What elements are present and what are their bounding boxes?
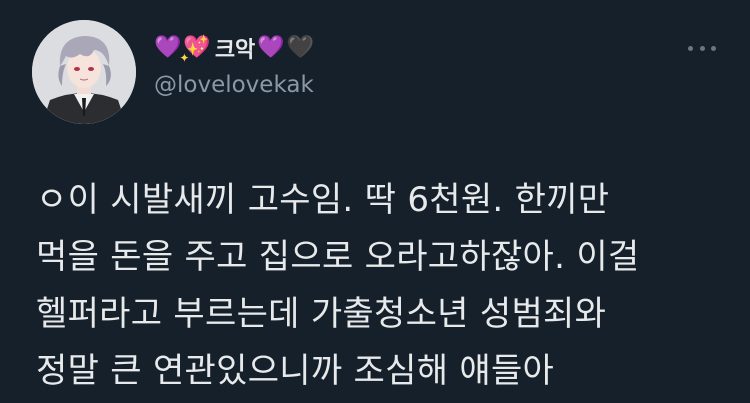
black-heart-icon: 🖤: [286, 35, 315, 60]
tweet-body: ㅇ이 시발새끼 고수임. 딱 6천원. 한끼만 먹을 돈을 주고 집으로 오라고…: [36, 172, 736, 400]
display-name-text: 크악: [214, 38, 256, 63]
tweet-body-line: 헬퍼라고 부르는데 가출청소년 성범죄와: [36, 294, 607, 334]
user-handle[interactable]: @lovelovekak: [154, 72, 314, 98]
tweet-body-line: ㅇ이 시발새끼 고수임. 딱 6천원. 한끼만: [36, 180, 610, 220]
tweet-body-line: 먹을 돈을 주고 집으로 오라고하잖아. 이걸: [36, 237, 640, 277]
avatar[interactable]: [32, 20, 136, 124]
display-name[interactable]: 💜 💖 ✦ 크악 💜 🖤: [154, 33, 316, 65]
avatar-illustration: [32, 20, 136, 124]
purple-heart-icon: 💜: [154, 35, 182, 60]
tweet-card: 💜 💖 ✦ 크악 💜 🖤 @lovelovekak ㅇ이 시발새끼 고수임. 딱 …: [0, 0, 750, 403]
more-dot: [699, 45, 705, 51]
purple-heart-icon: 💜: [257, 35, 285, 60]
more-horizontal-icon[interactable]: [688, 38, 716, 58]
tweet-body-line: 정말 큰 연관있으니까 조심해 얘들아: [36, 351, 555, 391]
sparkling-heart-icon: 💖 ✦: [179, 35, 211, 65]
more-dot: [711, 45, 716, 51]
more-dot: [688, 45, 693, 51]
